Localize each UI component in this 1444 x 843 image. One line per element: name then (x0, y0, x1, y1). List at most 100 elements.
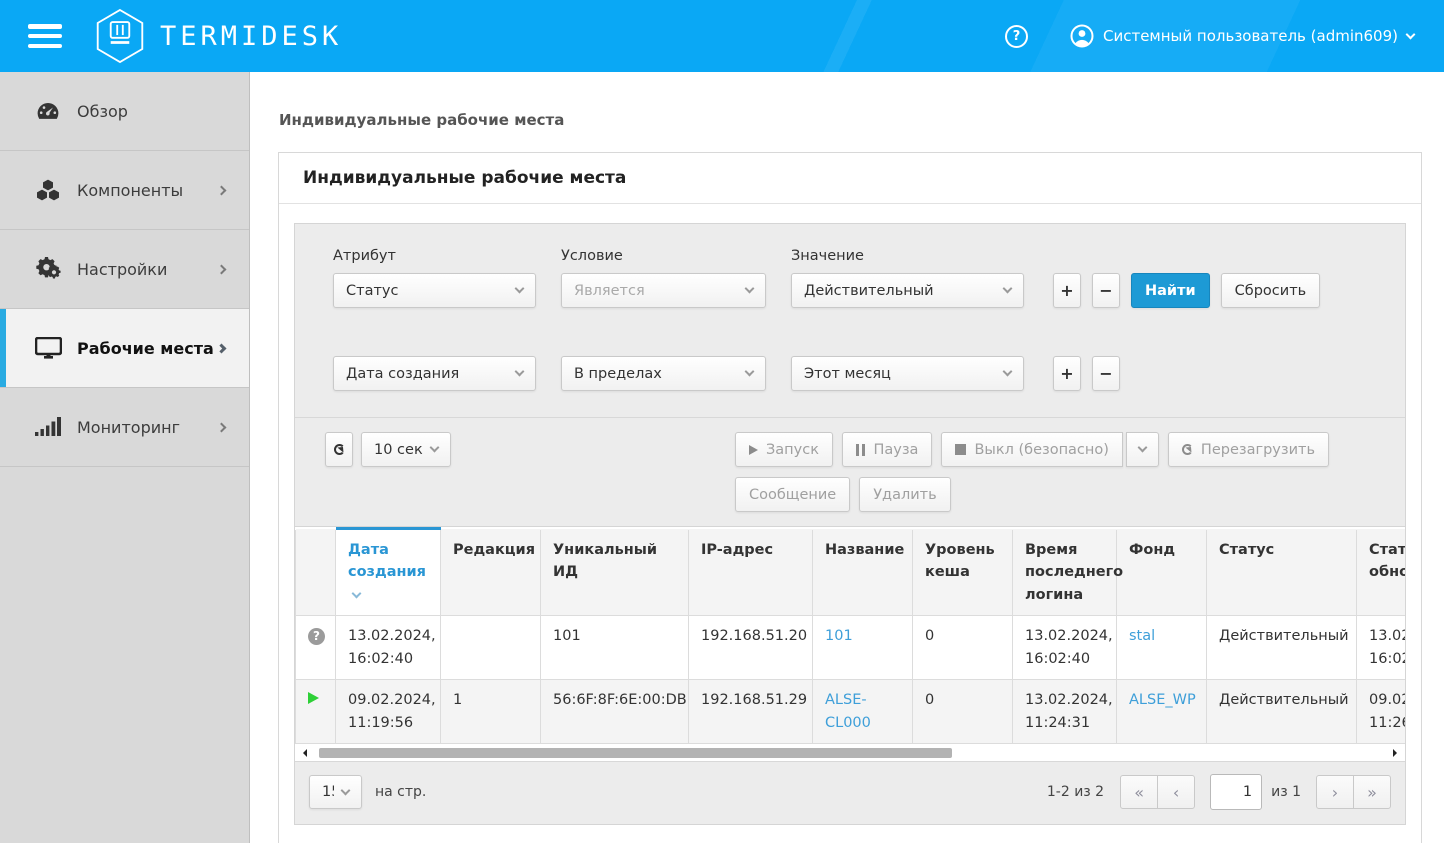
menu-toggle-button[interactable] (28, 24, 62, 48)
remove-filter-button[interactable]: − (1092, 273, 1120, 308)
table-row[interactable]: 09.02.2024, 11:19:56 1 56:6F:8F:6E:00:DB… (296, 680, 1406, 744)
sidebar-item-label: Обзор (77, 102, 128, 121)
brand-wordmark: TERMIDESK (160, 21, 342, 52)
attribute-select-1[interactable]: Статус (333, 273, 536, 308)
pool-link[interactable]: stal (1129, 628, 1155, 644)
chevron-down-icon (515, 284, 525, 294)
value-select-1[interactable]: Действительный (791, 273, 1024, 308)
last-login-cell: 13.02.2024, 16:02:40 (1013, 616, 1117, 680)
filter-table-panel: Атрибут Статус Условие Является (294, 223, 1406, 825)
last-login-cell: 13.02.2024, 11:24:31 (1013, 680, 1117, 744)
condition-select-2[interactable]: В пределах (561, 356, 766, 391)
start-button[interactable]: Запуск (735, 432, 833, 467)
scroll-left-icon[interactable] (299, 749, 307, 757)
first-page-button[interactable]: « (1120, 775, 1158, 809)
table-toolbar: 10 сек Запуск Пауза (295, 418, 1405, 526)
power-off-button[interactable]: Выкл (безопасно) (941, 432, 1122, 467)
delete-button[interactable]: Удалить (859, 477, 950, 512)
workplace-link[interactable]: ALSE-CL000 (825, 692, 871, 730)
refresh-button[interactable] (325, 432, 353, 467)
breadcrumb: Индивидуальные рабочие места (279, 111, 1444, 129)
column-cache-level[interactable]: Уровень кеша (913, 529, 1013, 616)
sidebar-item-workplaces[interactable]: Рабочие места (0, 309, 249, 388)
last-page-button[interactable]: » (1353, 775, 1391, 809)
pool-cell: stal (1117, 616, 1207, 680)
page-title: Индивидуальные рабочие места (303, 168, 626, 188)
play-icon (749, 445, 758, 455)
condition-label: Условие (561, 248, 766, 264)
column-state (296, 529, 336, 616)
column-revision[interactable]: Редакция (441, 529, 541, 616)
workplaces-card: Индивидуальные рабочие места Атрибут Ста… (278, 152, 1422, 843)
chevron-down-icon (515, 367, 525, 377)
scroll-right-icon[interactable] (1393, 749, 1401, 757)
column-pool[interactable]: Фонд (1117, 529, 1207, 616)
stop-icon (955, 444, 966, 455)
sidebar-item-label: Рабочие места (77, 339, 214, 358)
power-off-dropdown-button[interactable] (1126, 432, 1159, 467)
user-icon (1070, 24, 1094, 48)
workplaces-table: Дата создания Редакция Уникальный ИД IP-… (295, 527, 1405, 744)
status-cell: Действительный (1207, 616, 1357, 680)
workplace-link[interactable]: 101 (825, 628, 853, 644)
help-icon[interactable] (1005, 25, 1028, 48)
chevron-down-icon (341, 785, 351, 795)
add-filter-button[interactable]: + (1053, 273, 1081, 308)
scrollbar-thumb[interactable] (319, 748, 952, 758)
page-size-select[interactable]: 15 (309, 775, 362, 809)
prev-page-button[interactable]: ‹ (1157, 775, 1195, 809)
reset-button[interactable]: Сбросить (1221, 273, 1321, 308)
pool-link[interactable]: ALSE_WP (1129, 692, 1196, 708)
column-created-sorted[interactable]: Дата создания (336, 529, 441, 616)
chevron-right-icon (217, 422, 227, 432)
name-cell: ALSE-CL000 (813, 680, 913, 744)
user-menu[interactable]: Системный пользователь (admin609) (1070, 24, 1414, 48)
sidebar-item-settings[interactable]: Настройки (0, 230, 249, 309)
monitoring-bars-icon (33, 417, 63, 437)
add-filter-button[interactable]: + (1053, 356, 1081, 391)
dashboard-icon (33, 100, 63, 122)
page-number-input[interactable] (1210, 774, 1262, 810)
column-uid[interactable]: Уникальный ИД (541, 529, 689, 616)
remove-filter-button[interactable]: − (1092, 356, 1120, 391)
sidebar-item-monitoring[interactable]: Мониторинг (0, 388, 249, 467)
chevron-down-icon (1137, 443, 1147, 453)
created-cell: 09.02.2024, 11:19:56 (336, 680, 441, 744)
sidebar: Обзор Компоненты Настройки Рабочие места… (0, 72, 250, 843)
status-cell: Действительный (1207, 680, 1357, 744)
horizontal-scrollbar[interactable] (295, 744, 1405, 761)
condition-select-1[interactable]: Является (561, 273, 766, 308)
table-header-row: Дата создания Редакция Уникальный ИД IP-… (296, 529, 1406, 616)
chevron-down-icon (1003, 284, 1013, 294)
table-row[interactable]: 13.02.2024, 16:02:40 101 192.168.51.20 1… (296, 616, 1406, 680)
refresh-icon (334, 444, 345, 455)
uid-cell: 56:6F:8F:6E:00:DB (541, 680, 689, 744)
settings-gears-icon (33, 257, 63, 281)
update-status-cell: 13.02.2024, 16:02:40 (1357, 616, 1406, 680)
sidebar-item-overview[interactable]: Обзор (0, 72, 249, 151)
column-name[interactable]: Название (813, 529, 913, 616)
search-button[interactable]: Найти (1131, 273, 1210, 308)
chevron-down-icon (1003, 367, 1013, 377)
components-cubes-icon (33, 178, 63, 202)
attribute-label: Атрибут (333, 248, 536, 264)
column-status[interactable]: Статус (1207, 529, 1357, 616)
message-button[interactable]: Сообщение (735, 477, 850, 512)
value-select-2[interactable]: Этот месяц (791, 356, 1024, 391)
refresh-interval-select[interactable]: 10 сек (361, 432, 451, 467)
chevron-down-icon (745, 284, 755, 294)
column-last-login[interactable]: Время последнего логина (1013, 529, 1117, 616)
topbar: TERMIDESK Системный пользователь (admin6… (0, 0, 1444, 72)
cache-level-cell: 0 (913, 616, 1013, 680)
play-icon (308, 692, 319, 704)
revision-cell: 1 (441, 680, 541, 744)
sidebar-item-components[interactable]: Компоненты (0, 151, 249, 230)
attribute-select-2[interactable]: Дата создания (333, 356, 536, 391)
next-page-button[interactable]: › (1316, 775, 1354, 809)
pause-button[interactable]: Пауза (842, 432, 932, 467)
column-ip[interactable]: IP-адрес (689, 529, 813, 616)
state-cell (296, 616, 336, 680)
reload-button[interactable]: Перезагрузить (1168, 432, 1329, 467)
ip-cell: 192.168.51.29 (689, 680, 813, 744)
column-update-status[interactable]: Статус обновления (1357, 529, 1406, 616)
